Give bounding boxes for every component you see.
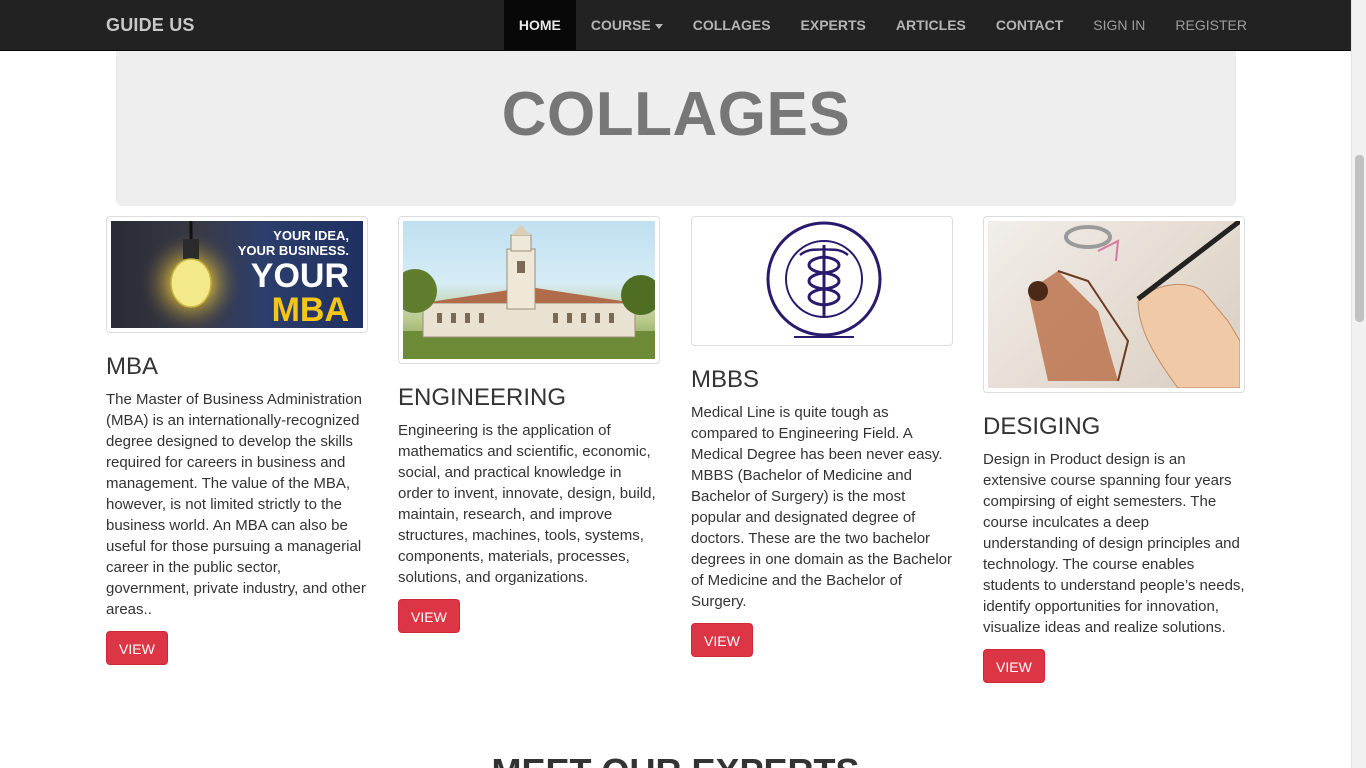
course-card-designing: DESIGING Design in Product design is an … (983, 216, 1245, 683)
nav-course-label: COURSE (590, 17, 651, 33)
sketch-hand-icon (1028, 221, 1240, 388)
card-thumbnail: YOUR IDEA, YOUR BUSINESS. YOUR MBA (106, 216, 368, 333)
building-icon (403, 225, 655, 359)
nav-sign-in[interactable]: SIGN IN (1078, 0, 1160, 50)
card-title: DESIGING (983, 413, 1101, 440)
view-button[interactable]: VIEW (983, 649, 1045, 683)
mba-image-line-4: MBA (271, 291, 349, 328)
caduceus-seal-icon (766, 221, 882, 338)
mba-image-line-1: YOUR IDEA, (273, 228, 349, 243)
engineering-building-image (403, 221, 655, 359)
nav-register[interactable]: REGISTER (1160, 0, 1262, 50)
experts-section-title: MEET OUR EXPERTS (0, 752, 1351, 768)
card-title: MBA (106, 353, 159, 380)
course-card-mbbs: MBBS Medical Line is quite tough as comp… (691, 216, 953, 657)
fashion-sketch-image (988, 221, 1240, 388)
page-header-jumbotron: COLLAGES (116, 40, 1236, 206)
nav-experts[interactable]: EXPERTS (786, 0, 881, 50)
card-title: MBBS (691, 366, 760, 393)
nav-course-dropdown[interactable]: COURSE (576, 0, 678, 50)
nav-home[interactable]: HOME (503, 0, 576, 50)
page-scrollbar[interactable] (1351, 0, 1366, 768)
course-card-engineering: ENGINEERING Engineering is the applicati… (398, 216, 660, 633)
scrollbar-thumb[interactable] (1355, 155, 1364, 322)
card-description: Engineering is the application of mathem… (398, 422, 656, 586)
card-thumbnail (691, 216, 953, 346)
view-button[interactable]: VIEW (398, 599, 460, 633)
card-thumbnail (983, 216, 1245, 393)
brand-logo[interactable]: GUIDE US (106, 0, 195, 50)
page-title: COLLAGES (501, 80, 851, 149)
nav-articles[interactable]: ARTICLES (881, 0, 981, 50)
caret-down-icon (654, 23, 663, 29)
view-button[interactable]: VIEW (106, 631, 168, 665)
card-description: The Master of Business Administration (M… (106, 391, 366, 618)
nav-contact[interactable]: CONTACT (981, 0, 1078, 50)
card-description: Design in Product design is an extensive… (983, 451, 1245, 636)
card-description: Medical Line is quite tough as compared … (691, 404, 953, 610)
view-button[interactable]: VIEW (691, 623, 753, 657)
nav-menu: HOME COURSE COLLAGES EXPERTS ARTICLES CO… (503, 0, 1262, 50)
nav-collages[interactable]: COLLAGES (678, 0, 786, 50)
aiims-logo-image (696, 221, 948, 341)
mba-image-line-2: YOUR BUSINESS. (237, 243, 349, 258)
top-navbar: GUIDE US HOME COURSE COLLAGES EXPERTS AR… (0, 0, 1351, 51)
mba-image-line-3: YOUR (250, 257, 349, 295)
card-thumbnail (398, 216, 660, 364)
card-title: ENGINEERING (398, 384, 567, 411)
course-card-mba: YOUR IDEA, YOUR BUSINESS. YOUR MBA MBA T… (106, 216, 368, 665)
mba-image: YOUR IDEA, YOUR BUSINESS. YOUR MBA (111, 221, 363, 328)
